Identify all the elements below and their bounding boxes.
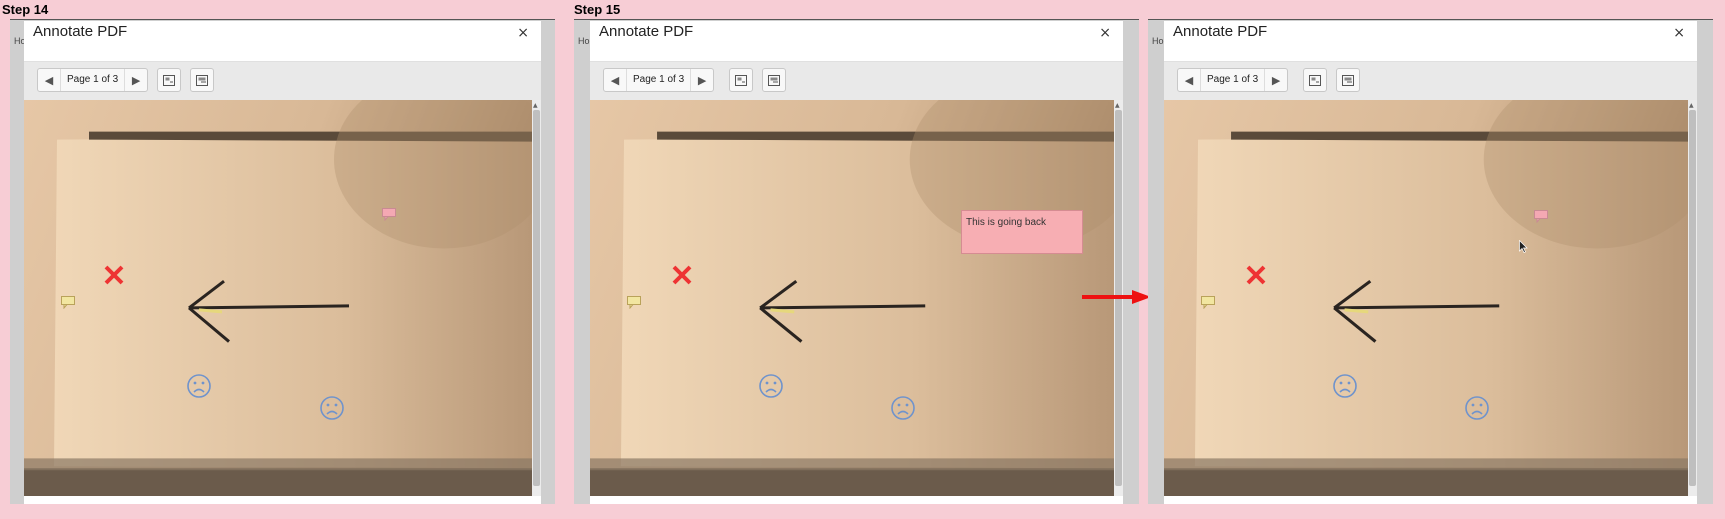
fit-page-icon[interactable] <box>1303 68 1327 92</box>
page-indicator: Page 1 of 3 <box>60 69 126 91</box>
pdf-page-view[interactable] <box>1164 100 1688 496</box>
sad-face-icon[interactable] <box>890 395 916 421</box>
page-indicator: Page 1 of 3 <box>1200 69 1266 91</box>
next-page-icon[interactable]: ▶ <box>1265 69 1287 91</box>
close-icon[interactable]: × <box>1099 25 1111 41</box>
sticky-note-text[interactable]: This is going back <box>966 217 1046 228</box>
dialog-title: Annotate PDF <box>1173 23 1268 40</box>
prev-page-icon[interactable]: ◀ <box>604 69 626 91</box>
pdf-page-image <box>1164 100 1688 496</box>
page-navigation: ◀ Page 1 of 3 ▶ <box>1177 68 1289 92</box>
sad-face-icon[interactable] <box>319 395 345 421</box>
step-15-label: Step 15 <box>574 2 621 17</box>
sad-face-icon[interactable] <box>758 373 784 399</box>
close-icon[interactable]: × <box>517 25 529 41</box>
dialog-title: Annotate PDF <box>599 23 694 40</box>
dialog-title: Annotate PDF <box>33 23 128 40</box>
scroll-up-icon[interactable]: ▲ <box>1115 102 1120 109</box>
x-mark-icon[interactable] <box>671 264 693 286</box>
window-step-15-before: Ho Annotate PDF × ◀ Page 1 of 3 ▶ This i… <box>574 19 1139 504</box>
annotate-dialog: Annotate PDF × ◀ Page 1 of 3 ▶ <box>590 21 1123 504</box>
prev-page-icon[interactable]: ◀ <box>1178 69 1200 91</box>
right-arrow-icon <box>1082 289 1152 310</box>
step-14-label: Step 14 <box>2 2 49 17</box>
dialog-header: Annotate PDF × <box>590 21 1123 62</box>
vertical-scrollbar[interactable]: ▲ <box>532 100 541 496</box>
pdf-toolbar: ◀ Page 1 of 3 ▶ <box>1164 62 1697 100</box>
prev-page-icon[interactable]: ◀ <box>38 69 60 91</box>
pdf-toolbar: ◀ Page 1 of 3 ▶ <box>590 62 1123 100</box>
dialog-header: Annotate PDF × <box>1164 21 1697 62</box>
scroll-thumb[interactable] <box>533 110 540 486</box>
sad-face-icon[interactable] <box>1464 395 1490 421</box>
pdf-toolbar: ◀ Page 1 of 3 ▶ <box>24 62 541 100</box>
window-step-15-after: Ho Annotate PDF × ◀ Page 1 of 3 ▶ ▲ <box>1148 19 1713 504</box>
scroll-up-icon[interactable]: ▲ <box>1689 102 1694 109</box>
fit-page-icon[interactable] <box>157 68 181 92</box>
sad-face-icon[interactable] <box>1332 373 1358 399</box>
x-mark-icon[interactable] <box>1245 264 1267 286</box>
scroll-thumb[interactable] <box>1689 110 1696 486</box>
fit-width-icon[interactable] <box>1336 68 1360 92</box>
home-tab[interactable]: Ho <box>578 36 590 46</box>
scroll-up-icon[interactable]: ▲ <box>533 102 538 109</box>
sticky-note-popup[interactable]: This is going back <box>961 210 1083 254</box>
page-navigation: ◀ Page 1 of 3 ▶ <box>603 68 715 92</box>
pdf-page-image <box>24 100 532 496</box>
mouse-cursor-icon <box>1519 239 1528 258</box>
next-page-icon[interactable]: ▶ <box>691 69 713 91</box>
page-navigation: ◀ Page 1 of 3 ▶ <box>37 68 149 92</box>
sad-face-icon[interactable] <box>186 373 212 399</box>
speech-bubble-icon[interactable] <box>382 208 396 221</box>
home-tab[interactable]: Ho <box>1152 36 1164 46</box>
fit-page-icon[interactable] <box>729 68 753 92</box>
annotate-dialog: Annotate PDF × ◀ Page 1 of 3 ▶ <box>24 21 541 504</box>
annotate-dialog: Annotate PDF × ◀ Page 1 of 3 ▶ <box>1164 21 1697 504</box>
page-indicator: Page 1 of 3 <box>626 69 692 91</box>
pdf-page-view[interactable]: This is going back <box>590 100 1114 496</box>
fit-width-icon[interactable] <box>762 68 786 92</box>
close-icon[interactable]: × <box>1673 25 1685 41</box>
x-mark-icon[interactable] <box>103 264 125 286</box>
speech-bubble-icon[interactable] <box>61 296 75 309</box>
window-step-14: Ho Annotate PDF × ◀ Page 1 of 3 ▶ ▲ <box>10 19 555 504</box>
next-page-icon[interactable]: ▶ <box>125 69 147 91</box>
speech-bubble-icon[interactable] <box>1201 296 1215 309</box>
pdf-page-view[interactable] <box>24 100 532 496</box>
dialog-header: Annotate PDF × <box>24 21 541 62</box>
speech-bubble-icon[interactable] <box>1534 210 1548 223</box>
pdf-page-image <box>590 100 1114 496</box>
fit-width-icon[interactable] <box>190 68 214 92</box>
vertical-scrollbar[interactable]: ▲ <box>1688 100 1697 496</box>
speech-bubble-icon[interactable] <box>627 296 641 309</box>
